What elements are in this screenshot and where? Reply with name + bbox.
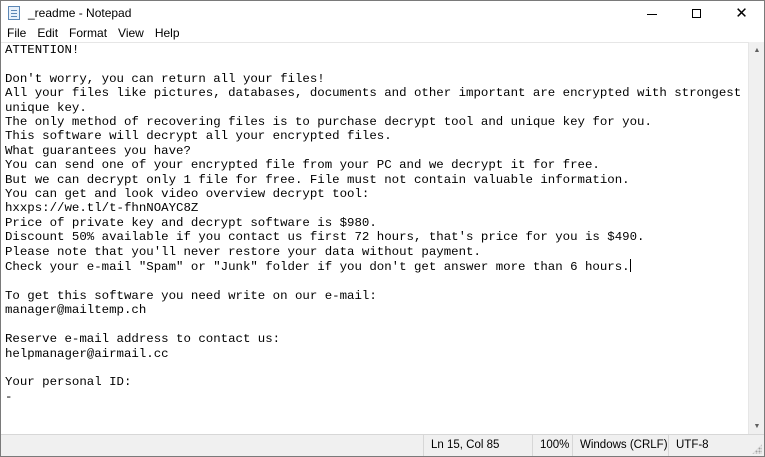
document-line: Please note that you'll never restore yo… xyxy=(5,244,481,259)
menu-file[interactable]: File xyxy=(1,26,31,42)
document-line: Check your e-mail "Spam" or "Junk" folde… xyxy=(5,260,630,275)
minimize-button[interactable] xyxy=(629,1,674,26)
scroll-up-icon[interactable]: ▲ xyxy=(749,42,765,58)
window-title: _readme - Notepad xyxy=(28,6,132,20)
minimize-icon xyxy=(646,14,657,15)
close-button[interactable]: ✕ xyxy=(719,1,764,26)
document-line: You can send one of your encrypted file … xyxy=(5,158,600,173)
document-line: Don't worry, you can return all your fil… xyxy=(5,71,325,86)
status-encoding: UTF-8 xyxy=(668,435,736,456)
title-bar[interactable]: _readme - Notepad ✕ xyxy=(1,1,764,26)
menu-format[interactable]: Format xyxy=(63,26,112,42)
document-line: Your personal ID: xyxy=(5,375,132,390)
menu-help[interactable]: Help xyxy=(149,26,185,42)
document-line: This software will decrypt all your encr… xyxy=(5,129,392,144)
resize-grip-icon[interactable] xyxy=(752,444,762,454)
document-line: What guarantees you have? xyxy=(5,143,191,158)
document-line: helpmanager@airmail.cc xyxy=(5,346,169,361)
vertical-scrollbar[interactable]: ▲ ▼ xyxy=(748,42,764,434)
document-text[interactable]: ATTENTION! Don't worry, you can return a… xyxy=(5,43,748,404)
status-bar: Ln 15, Col 85 100% Windows (CRLF) UTF-8 xyxy=(1,434,764,456)
status-cursor-position: Ln 15, Col 85 xyxy=(423,435,526,456)
maximize-button[interactable] xyxy=(674,1,719,26)
document-line: ATTENTION! xyxy=(5,43,80,57)
text-caret xyxy=(629,259,631,273)
document-line: The only method of recovering files is t… xyxy=(5,115,652,130)
document-line: To get this software you need write on o… xyxy=(5,288,377,303)
document-line: hxxps://we.tl/t-fhnNOAYC8Z xyxy=(5,201,199,216)
document-line: unique key. xyxy=(5,100,87,115)
menu-bar: File Edit Format View Help xyxy=(1,26,764,42)
document-line: Discount 50% available if you contact us… xyxy=(5,230,645,245)
scroll-down-icon[interactable]: ▼ xyxy=(749,418,765,434)
text-editor[interactable]: ATTENTION! Don't worry, you can return a… xyxy=(1,42,748,435)
status-line-ending: Windows (CRLF) xyxy=(572,435,668,456)
document-line: Price of private key and decrypt softwar… xyxy=(5,215,377,230)
notepad-icon[interactable] xyxy=(8,6,20,20)
document-line: All your files like pictures, databases,… xyxy=(5,86,742,101)
menu-view[interactable]: View xyxy=(112,26,149,42)
document-line: - xyxy=(5,389,13,404)
menu-edit[interactable]: Edit xyxy=(31,26,63,42)
document-line: manager@mailtemp.ch xyxy=(5,303,147,318)
notepad-window: _readme - Notepad ✕ File Edit Format Vie… xyxy=(0,0,765,457)
maximize-icon xyxy=(692,9,701,18)
document-line: Reserve e-mail address to contact us: xyxy=(5,332,281,347)
document-line: You can get and look video overview decr… xyxy=(5,187,370,202)
document-line: But we can decrypt only 1 file for free.… xyxy=(5,172,630,187)
close-icon: ✕ xyxy=(735,4,748,22)
